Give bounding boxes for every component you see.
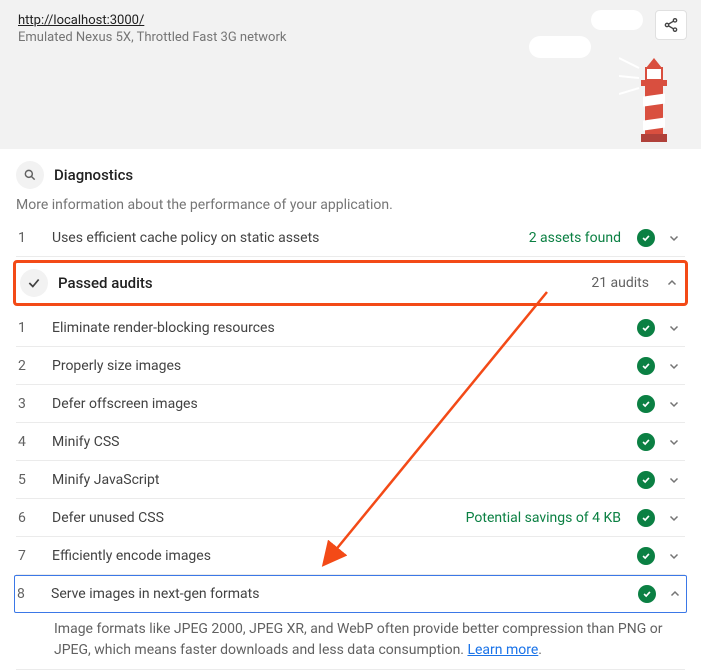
audit-index: 2 (18, 358, 42, 374)
audit-index: 6 (18, 510, 42, 526)
lighthouse-logo (619, 46, 689, 142)
passed-audits-header[interactable]: Passed audits 21 audits (16, 263, 685, 303)
chevron-down-icon (665, 474, 683, 486)
share-button[interactable] (655, 10, 687, 40)
chevron-down-icon (665, 436, 683, 448)
pass-status-icon (638, 585, 656, 603)
audit-row[interactable]: 3 Defer offscreen images (16, 385, 685, 423)
pass-status-icon (637, 471, 655, 489)
cloud-decoration (591, 10, 643, 30)
chevron-down-icon (665, 550, 683, 562)
audit-value: 2 assets found (529, 230, 621, 246)
audit-row[interactable]: 2 Properly size images (16, 347, 685, 385)
chevron-down-icon (665, 360, 683, 372)
pass-status-icon (637, 433, 655, 451)
chevron-down-icon (665, 322, 683, 334)
magnifier-icon (16, 161, 44, 189)
audit-row[interactable]: 1 Uses efficient cache policy on static a… (16, 219, 685, 257)
audit-title: Properly size images (52, 358, 627, 374)
pass-status-icon (637, 547, 655, 565)
audit-index: 5 (18, 472, 42, 488)
pass-status-icon (637, 357, 655, 375)
report-header: http://localhost:3000/ Emulated Nexus 5X… (0, 0, 701, 149)
audit-detail-text: Image formats like JPEG 2000, JPEG XR, a… (16, 613, 685, 670)
audit-row[interactable]: 7 Efficiently encode images (16, 537, 685, 575)
audit-title: Serve images in next-gen formats (51, 586, 628, 602)
check-icon (20, 269, 48, 297)
chevron-down-icon (665, 398, 683, 410)
section-title: Diagnostics (54, 166, 133, 184)
audit-index: 8 (17, 586, 41, 602)
audit-row[interactable]: 6 Defer unused CSS Potential savings of 4 … (16, 499, 685, 537)
audit-title: Minify JavaScript (52, 472, 627, 488)
audit-row[interactable]: 8 Serve images in next-gen formats (14, 575, 687, 613)
pass-status-icon (637, 509, 655, 527)
audit-title: Uses efficient cache policy on static as… (52, 230, 519, 246)
audit-row[interactable]: 1 Eliminate render-blocking resources (16, 309, 685, 347)
audit-title: Eliminate render-blocking resources (52, 320, 627, 336)
audit-row[interactable]: 4 Minify CSS (16, 423, 685, 461)
pass-status-icon (637, 395, 655, 413)
learn-more-link[interactable]: Learn more (467, 642, 538, 658)
audit-index: 1 (18, 230, 42, 246)
audit-title: Efficiently encode images (52, 548, 627, 564)
audit-index: 1 (18, 320, 42, 336)
pass-status-icon (637, 229, 655, 247)
audit-index: 3 (18, 396, 42, 412)
chevron-down-icon (665, 512, 683, 524)
audit-title: Minify CSS (52, 434, 627, 450)
passed-audits-title: Passed audits (58, 274, 581, 292)
pass-status-icon (637, 319, 655, 337)
cloud-decoration (529, 36, 591, 58)
audit-value: Potential savings of 4 KB (466, 510, 621, 526)
section-description: More information about the performance o… (16, 197, 685, 213)
chevron-down-icon (665, 232, 683, 244)
audit-index: 7 (18, 548, 42, 564)
passed-audits-highlight: Passed audits 21 audits (13, 260, 688, 306)
audit-row[interactable]: 5 Minify JavaScript (16, 461, 685, 499)
passed-audits-count: 21 audits (591, 275, 649, 291)
audit-title: Defer unused CSS (52, 510, 456, 526)
chevron-up-icon (663, 277, 681, 289)
chevron-up-icon (666, 588, 684, 600)
share-icon (663, 17, 679, 33)
report-url[interactable]: http://localhost:3000/ (18, 13, 144, 28)
diagnostics-header[interactable]: Diagnostics (16, 155, 685, 195)
audit-title: Defer offscreen images (52, 396, 627, 412)
audit-index: 4 (18, 434, 42, 450)
